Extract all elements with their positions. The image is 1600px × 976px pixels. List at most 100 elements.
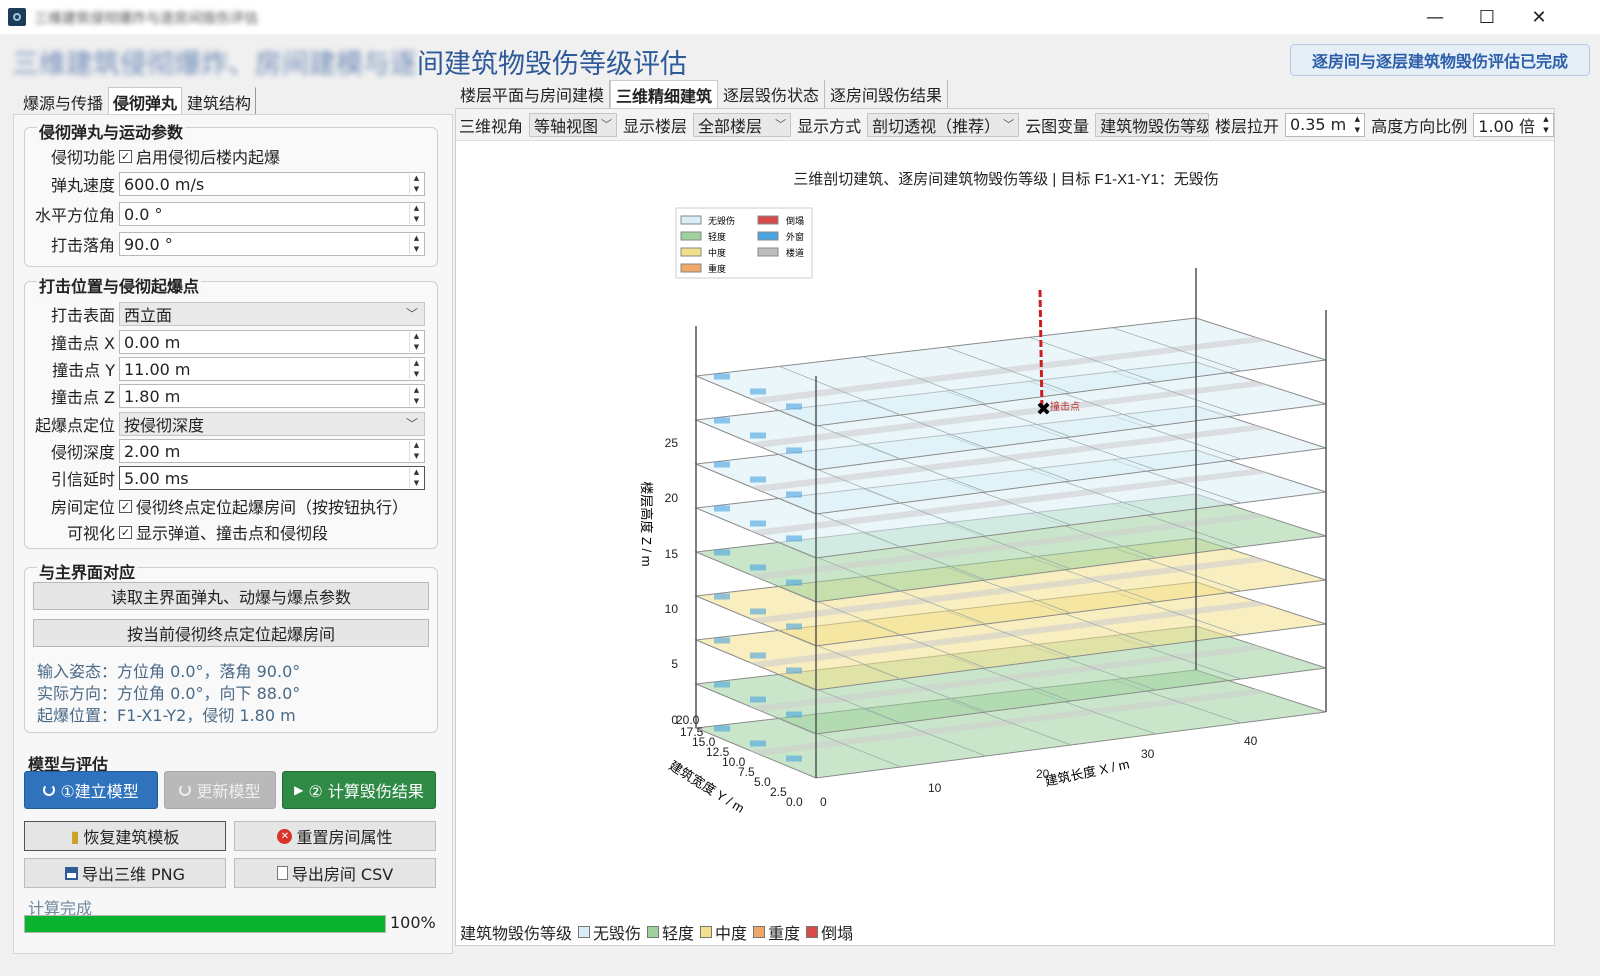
- window: [750, 608, 766, 615]
- close-button[interactable]: ✕: [1516, 2, 1562, 32]
- window: [714, 505, 730, 512]
- tab-room-results[interactable]: 逐房间毁伤结果: [825, 80, 949, 108]
- impact-marker-icon: ✖: [1036, 399, 1051, 420]
- spin-arrows-icon[interactable]: ▲ ▼: [409, 204, 423, 224]
- window: [750, 652, 766, 659]
- brush-icon: ▮: [70, 826, 80, 846]
- legend-label: 轻度: [662, 924, 695, 943]
- legend-swatch: [680, 231, 702, 241]
- reset-room-button[interactable]: ✕ 重置房间属性: [234, 821, 436, 851]
- spin-arrows-icon[interactable]: ▲ ▼: [409, 359, 423, 379]
- legend-swatch: [757, 215, 779, 225]
- maximize-button[interactable]: ☐: [1464, 2, 1510, 32]
- legend-label: 楼道: [786, 247, 804, 259]
- visualize-checkbox[interactable]: ✓: [119, 525, 132, 539]
- detonation-mode-select[interactable]: 按侵彻深度 ﹀: [119, 412, 425, 436]
- building-3d-chart[interactable]: 三维剖切建筑、逐房间建筑物毁伤等级 | 目标 F1-X1-Y1：无毁伤 无毁伤 …: [456, 142, 1554, 942]
- title-bar: 三维建筑侵彻爆炸与逐房间毁伤评估 — ☐ ✕: [0, 0, 1600, 34]
- spin-arrows-icon[interactable]: ▲ ▼: [1351, 115, 1363, 135]
- toolbar-label: 高度方向比例: [1371, 116, 1468, 136]
- field-label: 起爆点定位: [34, 416, 115, 435]
- locate-room-button[interactable]: 按当前侵彻终点定位起爆房间: [33, 619, 429, 647]
- window: [750, 520, 766, 527]
- z-tick: 15: [665, 547, 679, 561]
- read-main-params-button[interactable]: 读取主界面弹丸、动爆与爆点参数: [33, 582, 429, 610]
- x-tick: 0: [820, 795, 827, 809]
- progress-label: 100%: [390, 913, 436, 932]
- spin-arrows-icon[interactable]: ▲ ▼: [409, 441, 423, 461]
- spin-arrows-icon[interactable]: ▲ ▼: [409, 174, 423, 194]
- spin-arrows-icon[interactable]: ▲ ▼: [409, 332, 423, 352]
- window: [786, 623, 802, 630]
- penetration-checkbox[interactable]: ✓: [119, 149, 132, 163]
- tab-3d-building[interactable]: 三维精细建筑: [610, 80, 719, 108]
- legend-label: 倒塌: [821, 924, 854, 943]
- field-label: 房间定位: [50, 498, 115, 517]
- window: [714, 593, 730, 600]
- x-tick: 30: [1141, 747, 1155, 761]
- spin-arrows-icon[interactable]: ▲ ▼: [1540, 115, 1552, 135]
- spin-arrows-icon[interactable]: ▲ ▼: [409, 386, 423, 406]
- tab-penetrator[interactable]: 侵彻弹丸: [108, 87, 183, 115]
- export-csv-button[interactable]: 导出房间 CSV: [234, 858, 436, 888]
- tab-floor-damage[interactable]: 逐层毁伤状态: [718, 80, 826, 108]
- fall-angle-input[interactable]: 90.0 ° ▲ ▼: [119, 232, 425, 256]
- right-panel: 三维视角 等轴视图 ﹀ 显示楼层 全部楼层 ﹀ 显示方式 剖切透视（推荐） ﹀ 云图变…: [455, 108, 1555, 946]
- window: [750, 432, 766, 439]
- calculate-damage-button[interactable]: ▶ ② 计算毁伤结果: [282, 771, 436, 809]
- speed-input[interactable]: 600.0 m/s ▲ ▼: [119, 172, 425, 196]
- tab-building-structure[interactable]: 建筑结构: [182, 87, 257, 115]
- group-title: 打击位置与侵彻起爆点: [37, 273, 202, 297]
- page-title: 三维建筑侵彻爆炸、房间建模与逐间建筑物毁伤等级评估: [12, 42, 687, 81]
- z-tick: 25: [665, 436, 679, 450]
- depth-input[interactable]: 2.00 m ▲ ▼: [119, 439, 425, 463]
- info-direction: 实际方向：方位角 0.0°，向下 88.0°: [37, 684, 301, 703]
- window: [786, 755, 802, 762]
- fuse-delay-input[interactable]: 5.00 ms ▲ ▼: [119, 466, 425, 490]
- info-detonation: 起爆位置：F1-X1-Y2，侵彻 1.80 m: [37, 706, 296, 725]
- legend-swatch: [757, 231, 779, 241]
- window: [786, 535, 802, 542]
- room-locate-checkbox[interactable]: ✓: [119, 499, 132, 513]
- y-tick: 17.5: [680, 725, 704, 739]
- impact-y-input[interactable]: 11.00 m ▲ ▼: [119, 357, 425, 381]
- export-png-button[interactable]: 导出三维 PNG: [24, 858, 226, 888]
- legend-label: 倒塌: [786, 215, 804, 227]
- impact-label: 撞击点: [1050, 400, 1080, 413]
- page-title-visible: 间建筑物毁伤等级评估: [417, 49, 687, 80]
- display-mode-select[interactable]: 剖切透视（推荐） ﹀: [867, 112, 1020, 137]
- impact-z-input[interactable]: 1.80 m ▲ ▼: [119, 384, 425, 408]
- impact-x-input[interactable]: 0.00 m ▲ ▼: [119, 330, 425, 354]
- restore-template-button[interactable]: ▮ 恢复建筑模板: [24, 821, 226, 851]
- window: [786, 491, 802, 498]
- refresh-icon: [43, 784, 56, 796]
- spin-arrows-icon[interactable]: ▲ ▼: [409, 234, 423, 254]
- view-angle-select[interactable]: 等轴视图 ﹀: [529, 112, 618, 137]
- toolbar-label: 显示楼层: [623, 116, 688, 136]
- refresh-icon: [179, 784, 192, 796]
- floor-spread-input[interactable]: 0.35 m ▲ ▼: [1284, 112, 1366, 137]
- spin-arrows-icon[interactable]: ▲ ▼: [409, 468, 423, 488]
- legend-title: 建筑物毁伤等级: [460, 924, 573, 943]
- y-tick: 0.0: [786, 795, 803, 809]
- contour-variable-select[interactable]: 建筑物毁伤等级 ﹀: [1095, 112, 1209, 137]
- checkbox-label: 启用侵彻后楼内起爆: [136, 148, 281, 167]
- minimize-button[interactable]: —: [1412, 2, 1458, 32]
- left-panel: 侵彻弹丸与运动参数 侵彻功能 ✓ 启用侵彻后楼内起爆 弹丸速度 600.0 m/…: [13, 114, 453, 954]
- tab-floor-plan[interactable]: 楼层平面与房间建模: [455, 80, 611, 108]
- group-impact-position: 打击位置与侵彻起爆点 打击表面 西立面 ﹀ 撞击点 X 0.00 m ▲ ▼ 撞击点 …: [24, 273, 438, 549]
- floors-select[interactable]: 全部楼层 ﹀: [693, 112, 792, 137]
- chevron-down-icon: ﹀: [1003, 117, 1015, 131]
- surface-select[interactable]: 西立面 ﹀: [119, 302, 425, 326]
- chevron-down-icon: ﹀: [601, 117, 613, 131]
- azimuth-input[interactable]: 0.0 ° ▲ ▼: [119, 202, 425, 226]
- legend-label: 重度: [708, 263, 726, 275]
- build-model-button[interactable]: ①建立模型: [24, 771, 158, 809]
- window: [714, 637, 730, 644]
- group-penetrator-params: 侵彻弹丸与运动参数 侵彻功能 ✓ 启用侵彻后楼内起爆 弹丸速度 600.0 m/…: [24, 119, 438, 267]
- legend-swatch: [578, 926, 591, 938]
- height-ratio-input[interactable]: 1.00 倍 ▲ ▼: [1473, 112, 1554, 137]
- window: [750, 476, 766, 483]
- update-model-button[interactable]: 更新模型: [164, 771, 276, 809]
- tab-blast-source[interactable]: 爆源与传播: [18, 87, 108, 115]
